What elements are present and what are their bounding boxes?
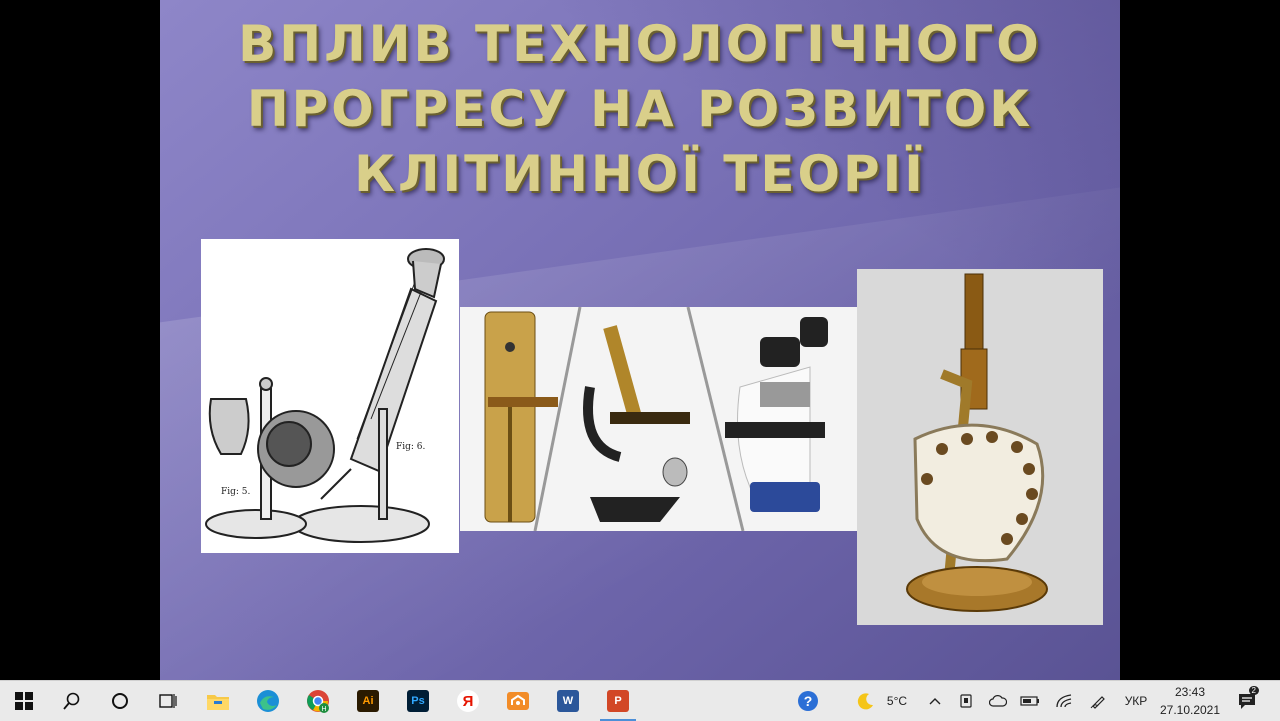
temperature-text: 5°C (886, 694, 908, 708)
title-line-2: ПРОГРЕСУ НА РОЗВИТОК (246, 80, 1034, 138)
language-indicator[interactable]: УКР (1118, 681, 1154, 721)
cortana-circle-icon (112, 693, 128, 709)
task-view-button[interactable] (144, 681, 192, 721)
chevron-up-icon (929, 698, 941, 705)
hooke-microscope-image: Fig: 6. Fig: 5. (201, 239, 459, 553)
clock[interactable]: 23:43 27.10.2021 (1150, 683, 1230, 719)
moon-weather-icon (857, 693, 873, 710)
wifi-tray-button[interactable] (1052, 681, 1076, 721)
taskbar-app-word[interactable]: W (544, 681, 592, 721)
fig-label-5: Fig: 5. (221, 487, 251, 497)
chrome-icon: H (307, 690, 329, 713)
onedrive-tray-button[interactable] (986, 681, 1010, 721)
task-view-icon (159, 694, 177, 708)
slide: ВПЛИВ ТЕХНОЛОГІЧНОГО ПРОГРЕСУ НА РОЗВИТО… (160, 0, 1120, 680)
help-button[interactable]: ? (790, 681, 826, 721)
microscope-evolution-image (460, 307, 857, 531)
taskbar-app-photoshop[interactable]: Ps (394, 681, 442, 721)
cloud-icon (989, 695, 1007, 707)
svg-text:?: ? (804, 693, 813, 709)
chrome-profile-badge: H (321, 706, 326, 713)
notification-count-badge: 2 (1248, 686, 1259, 695)
weather-button[interactable] (852, 681, 880, 721)
device-tray-button[interactable] (954, 681, 978, 721)
clock-time: 23:43 (1174, 685, 1206, 699)
device-icon (960, 694, 972, 708)
pen-tray-button[interactable] (1086, 681, 1110, 721)
search-icon (63, 692, 80, 710)
show-hidden-icons-button[interactable] (924, 681, 946, 721)
slide-title: ВПЛИВ ТЕХНОЛОГІЧНОГО ПРОГРЕСУ НА РОЗВИТО… (200, 12, 1080, 207)
battery-tray-button[interactable] (1018, 681, 1042, 721)
pen-icon (1090, 696, 1105, 709)
word-icon: W (557, 690, 579, 712)
wifi-icon (1056, 694, 1072, 708)
notification-center-button[interactable]: 2 (1234, 681, 1260, 721)
taskbar-app-edge[interactable] (244, 681, 292, 721)
powerpoint-icon: P (607, 690, 629, 712)
taskbar-app-chrome[interactable]: H (294, 681, 342, 721)
help-question-icon: ? (798, 691, 818, 711)
yandex-icon: Я (457, 690, 479, 712)
folder-icon (207, 695, 229, 710)
edge-icon (257, 690, 279, 712)
taskbar-app-yandex[interactable]: Я (444, 681, 492, 721)
battery-icon (1020, 696, 1039, 706)
clock-date: 27.10.2021 (1159, 703, 1221, 717)
taskbar: H Ai Ps Я W P ? 5°C УКР 23:43 27.10.2021… (0, 680, 1280, 721)
start-button[interactable] (0, 681, 48, 721)
search-button[interactable] (48, 681, 96, 721)
cortana-button[interactable] (96, 681, 144, 721)
taskbar-app-illustrator[interactable]: Ai (344, 681, 392, 721)
title-line-3: КЛІТИННОЇ ТЕОРІЇ (354, 145, 926, 203)
network-icon (507, 692, 529, 710)
taskbar-app-file-explorer[interactable] (194, 681, 242, 721)
title-line-1: ВПЛИВ ТЕХНОЛОГІЧНОГО (238, 15, 1042, 73)
taskbar-app-powerpoint[interactable]: P (594, 681, 642, 721)
brass-microscope-image (857, 269, 1103, 625)
photoshop-icon: Ps (407, 690, 429, 712)
windows-icon (15, 692, 33, 710)
taskbar-app-network[interactable] (494, 681, 542, 721)
fig-label-6: Fig: 6. (396, 442, 426, 452)
illustrator-icon: Ai (357, 690, 379, 712)
